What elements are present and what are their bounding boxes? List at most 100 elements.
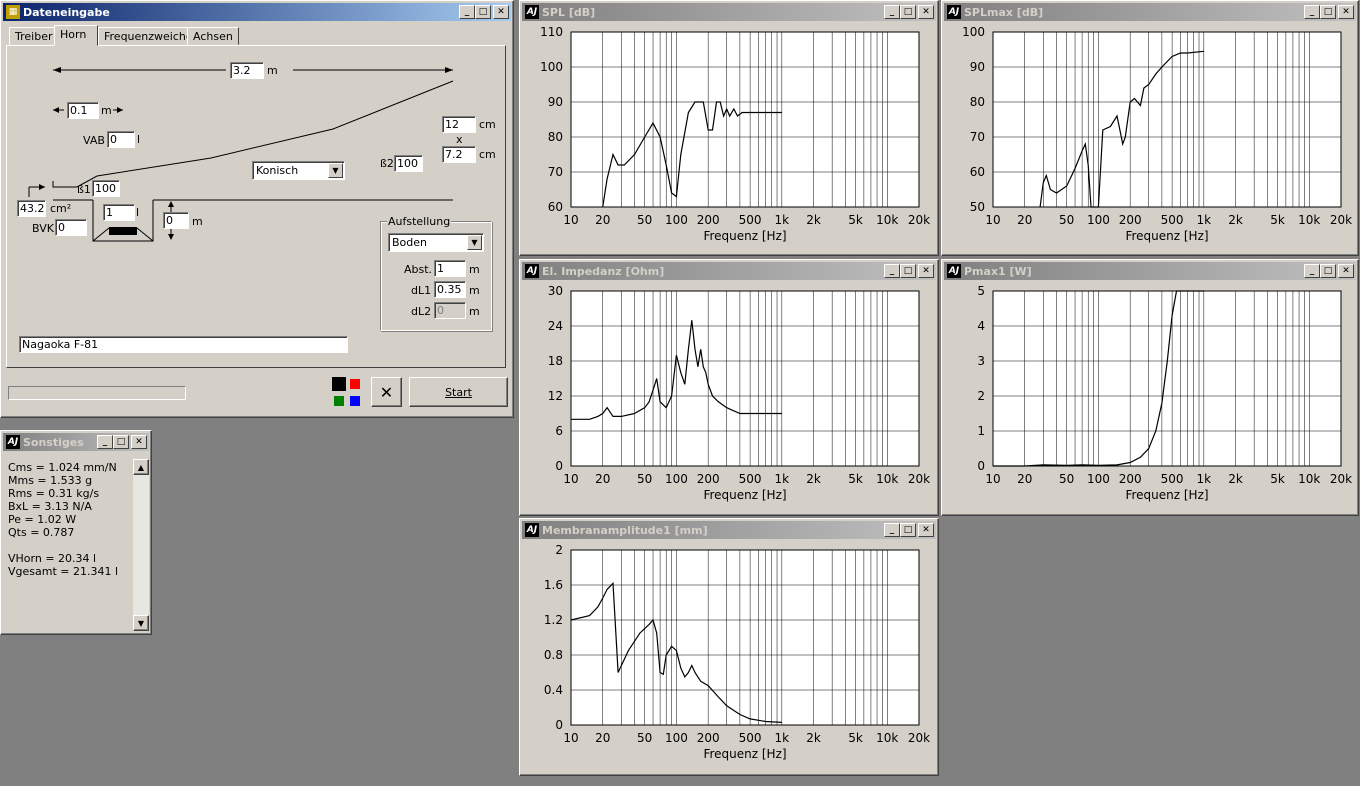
throat-input[interactable]: 43.2 (17, 200, 46, 217)
x-tick-label: 10 (563, 472, 578, 486)
dl1-unit: m (469, 284, 480, 297)
cancel-button[interactable]: ✕ (371, 377, 402, 407)
abst-input[interactable]: 1 (434, 260, 466, 277)
minimize-icon[interactable]: _ (1304, 5, 1320, 19)
x-tick-label: 500 (1161, 472, 1184, 486)
vab-input[interactable]: 0 (107, 131, 135, 148)
chevron-down-icon[interactable]: ▼ (328, 163, 343, 178)
x-tick-label: 100 (1087, 213, 1110, 227)
y-tick-label: 90 (970, 60, 985, 74)
y-tick-label: 60 (548, 200, 563, 214)
dl1-input[interactable]: 0.35 (434, 281, 466, 298)
driver-name-input[interactable]: Nagaoka F-81 (19, 336, 348, 353)
start-button[interactable]: Start (409, 377, 508, 407)
info-line: Mms = 1.533 g (8, 474, 93, 487)
x-tick-label: 1k (775, 472, 790, 486)
pmax-titlebar[interactable]: AJ Pmax1 [W] _ □ ✕ (944, 262, 1356, 280)
close-icon[interactable]: ✕ (918, 264, 934, 278)
vertical-scrollbar[interactable]: ▲ ▼ (133, 459, 149, 631)
x-tick-label: 1k (775, 731, 790, 745)
splmax-titlebar[interactable]: AJ SPLmax [dB] _ □ ✕ (944, 3, 1356, 21)
y-tick-label: 80 (548, 130, 563, 144)
bvk-input[interactable]: 0 (55, 219, 87, 236)
beta2-input[interactable]: 100 (394, 155, 423, 172)
impedance-titlebar[interactable]: AJ El. Impedanz [Ohm] _ □ ✕ (522, 262, 936, 280)
y-tick-label: 2 (555, 543, 563, 557)
x-tick-label: 100 (665, 213, 688, 227)
close-icon[interactable]: ✕ (918, 5, 934, 19)
plot-area (570, 290, 920, 467)
dl2-label: dL2 (411, 305, 432, 318)
color-blue-swatch[interactable] (350, 396, 360, 406)
scroll-up-button[interactable]: ▲ (133, 459, 149, 475)
app-icon: AJ (525, 523, 539, 537)
membrane-chart: 2 1.6 1.2 0.8 0.4 010 20 50 100 200 500 1k 2k 5k 10k 20… (544, 543, 930, 761)
bvk-label: BVK (32, 222, 54, 235)
x-tick-label: 1k (1197, 472, 1212, 486)
scroll-down-button[interactable]: ▼ (133, 615, 149, 631)
y-tick-label: 70 (548, 165, 563, 179)
window-title: SPLmax [dB] (964, 5, 1044, 19)
x-tick-label: 10 (563, 731, 578, 745)
info-line: BxL = 3.13 N/A (8, 500, 92, 513)
y-tick-label: 80 (970, 95, 985, 109)
y-tick-label: 5 (977, 284, 985, 298)
window-title: Sonstiges (23, 435, 84, 449)
color-green-swatch[interactable] (334, 396, 344, 406)
mouth-height-input[interactable]: 7.2 (442, 146, 476, 163)
close-icon[interactable]: ✕ (918, 523, 934, 537)
minimize-icon[interactable]: _ (884, 264, 900, 278)
maximize-icon[interactable]: □ (1320, 264, 1336, 278)
x-tick-label: 2k (1228, 213, 1243, 227)
tab-horn[interactable]: Horn (54, 25, 98, 46)
color-red-swatch[interactable] (350, 379, 360, 389)
y-tick-label: 6 (555, 424, 563, 438)
maximize-icon[interactable]: □ (1320, 5, 1336, 19)
spl-titlebar[interactable]: AJ SPL [dB] _ □ ✕ (522, 3, 936, 21)
x-tick-label: 50 (1059, 213, 1074, 227)
offset-input[interactable]: 0.1 (67, 102, 99, 119)
minimize-icon[interactable]: _ (1304, 264, 1320, 278)
depth-input[interactable]: 0 (163, 212, 189, 229)
maximize-icon[interactable]: □ (113, 435, 129, 449)
app-icon: AJ (947, 5, 961, 19)
chamber-volume-unit: l (136, 206, 140, 219)
mouth-width-input[interactable]: 12 (442, 116, 476, 133)
dl2-unit: m (469, 305, 480, 318)
info-line: Qts = 0.787 (8, 526, 75, 539)
close-icon[interactable]: ✕ (1338, 264, 1354, 278)
window-title: Pmax1 [W] (964, 264, 1032, 278)
sonstiges-text-area: Cms = 1.024 mm/N Mms = 1.533 g Rms = 0.3… (4, 457, 132, 631)
maximize-icon[interactable]: □ (900, 5, 916, 19)
minimize-icon[interactable]: _ (884, 523, 900, 537)
beta1-input[interactable]: 100 (92, 180, 120, 197)
info-line: Pe = 1.02 W (8, 513, 77, 526)
sonstiges-titlebar[interactable]: AJ Sonstiges _ □ ✕ (3, 433, 149, 451)
x-tick-label: 200 (697, 213, 720, 227)
close-icon[interactable]: ✕ (1338, 5, 1354, 19)
dateneingabe-window: ▦ Dateneingabe _ □ ✕ Treiber Horn Freque… (0, 0, 514, 418)
x-tick-label: 100 (665, 472, 688, 486)
aufstellung-select[interactable]: Boden ▼ (388, 233, 484, 252)
minimize-icon[interactable]: _ (97, 435, 113, 449)
vab-label: VAB (83, 134, 105, 147)
horn-type-select[interactable]: Konisch ▼ (252, 161, 345, 180)
x-tick-label: 500 (739, 472, 762, 486)
close-icon[interactable]: ✕ (131, 435, 147, 449)
chevron-down-icon[interactable]: ▼ (467, 235, 482, 250)
x-tick-label: 10k (876, 731, 898, 745)
vab-unit: l (137, 133, 141, 146)
maximize-icon[interactable]: □ (900, 523, 916, 537)
plot-area (992, 290, 1342, 467)
color-black-swatch[interactable] (332, 377, 346, 391)
info-line (8, 539, 128, 552)
y-tick-label: 90 (548, 95, 563, 109)
maximize-icon[interactable]: □ (900, 264, 916, 278)
x-tick-label: 2k (806, 213, 821, 227)
x-tick-label: 500 (739, 731, 762, 745)
pmax-window: AJ Pmax1 [W] _ □ ✕ 5 4 3 2 1 0 10 20 50 100 200 500… (941, 259, 1359, 516)
membrane-titlebar[interactable]: AJ Membranamplitude1 [mm] _ □ ✕ (522, 521, 936, 539)
chamber-volume-input[interactable]: 1 (103, 204, 135, 221)
minimize-icon[interactable]: _ (884, 5, 900, 19)
horn-length-input[interactable]: 3.2 (230, 62, 264, 79)
